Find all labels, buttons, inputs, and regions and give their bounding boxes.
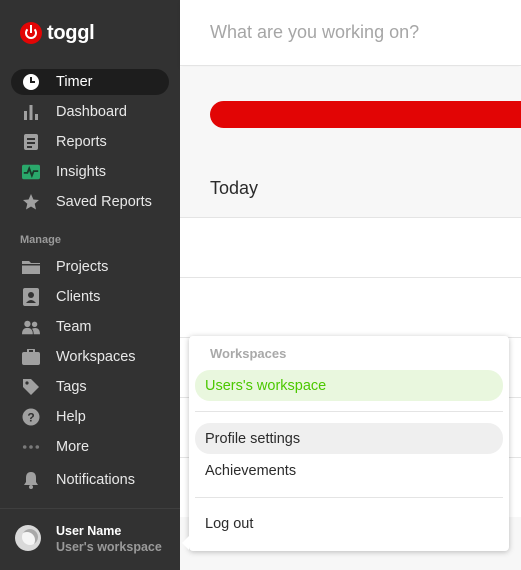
briefcase-icon [22,348,40,366]
sidebar-item-label: Saved Reports [56,194,152,210]
avatar [15,525,41,551]
svg-text:?: ? [27,411,34,425]
logo-text: toggl [47,21,95,44]
contact-card-icon [22,288,40,306]
profile-settings-item[interactable]: Profile settings [195,423,503,454]
sidebar-item-notifications[interactable]: Notifications [11,467,169,493]
user-menu-trigger[interactable]: User Name User's workspace [0,508,180,570]
sidebar-item-label: Team [56,319,92,335]
time-entry-row[interactable] [180,277,521,337]
document-icon [22,133,40,151]
sidebar-item-team[interactable]: Team [11,314,169,340]
user-dropdown-menu: Workspaces Users's workspace Profile set… [182,336,509,551]
sidebar-item-timer[interactable]: Timer [11,69,169,95]
sidebar-item-help[interactable]: ? Help [11,404,169,430]
sidebar-item-clients[interactable]: Clients [11,284,169,310]
star-icon [22,193,40,211]
sidebar-item-label: Dashboard [56,104,127,120]
pulse-icon [22,163,40,181]
timer-description-input[interactable] [210,22,510,43]
toggl-logo[interactable]: toggl [20,21,95,44]
time-entry-row[interactable] [180,217,521,277]
divider [195,411,503,412]
ellipsis-icon [22,438,40,456]
sidebar-item-label: Timer [56,74,93,90]
sidebar-item-label: Projects [56,259,109,275]
today-heading: Today [210,178,259,198]
sidebar-item-projects[interactable]: Projects [11,254,169,280]
manage-section-label: Manage [20,234,61,246]
sidebar-item-label: Help [56,409,86,425]
sidebar-item-workspaces[interactable]: Workspaces [11,344,169,370]
divider [195,497,503,498]
sidebar-item-saved-reports[interactable]: Saved Reports [11,189,169,215]
sidebar-item-label: Clients [56,289,101,305]
folder-icon [22,258,40,276]
bell-icon [22,471,40,489]
user-workspace: User's workspace [56,540,162,554]
tag-icon [22,378,40,396]
sidebar: toggl Timer Dashboard Reports Insights S… [0,0,180,570]
user-name: User Name [56,524,122,538]
sidebar-item-label: More [56,439,90,455]
people-icon [22,318,40,336]
sidebar-item-insights[interactable]: Insights [11,159,169,185]
sidebar-item-label: Reports [56,134,107,150]
power-icon [20,22,42,44]
sidebar-item-reports[interactable]: Reports [11,129,169,155]
clock-icon [22,73,40,91]
sidebar-item-label: Notifications [56,472,135,488]
question-icon: ? [22,408,40,426]
timer-bar [180,0,521,66]
achievements-item[interactable]: Achievements [195,455,503,486]
sidebar-item-label: Insights [56,164,106,180]
sidebar-item-tags[interactable]: Tags [11,374,169,400]
logout-item[interactable]: Log out [195,508,503,539]
progress-bar [210,101,521,128]
workspaces-section-label: Workspaces [210,346,287,361]
sidebar-item-dashboard[interactable]: Dashboard [11,99,169,125]
sidebar-item-label: Tags [56,379,87,395]
sidebar-item-more[interactable]: More [11,434,169,460]
bar-chart-icon [22,103,40,121]
workspace-option[interactable]: Users's workspace [195,370,503,401]
sidebar-item-label: Workspaces [56,349,136,365]
